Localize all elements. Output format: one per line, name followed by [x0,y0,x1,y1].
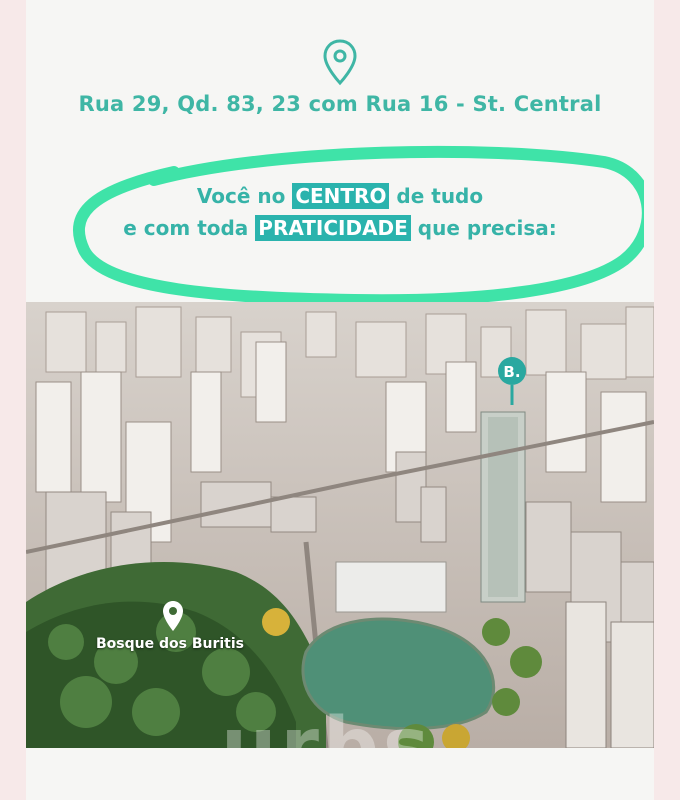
headline-text: Você no [196,184,293,208]
highlight-centro: CENTRO [292,183,390,209]
headline-line-2: e com toda PRATICIDADE que precisa: [26,212,654,244]
watermark-logo: urbs [221,702,434,748]
headline-text: que precisa: [410,216,557,240]
building-marker-label: B. [503,363,520,381]
content-card: Rua 29, Qd. 83, 23 com Rua 16 - St. Cent… [26,0,654,800]
aerial-city-photo: urbs [26,302,654,748]
highlight-praticidade: PRATICIDADE [255,215,411,241]
headline-line-1: Você no CENTRO de tudo [26,180,654,212]
page-frame: Rua 29, Qd. 83, 23 com Rua 16 - St. Cent… [0,0,680,800]
location-pin-icon [163,601,183,631]
poi-label: Bosque dos Buritis [96,636,244,652]
headline-text: e com toda [123,216,256,240]
location-pin-icon [323,39,357,86]
headline: Você no CENTRO de tudo e com toda PRATIC… [26,180,654,244]
aerial-illustration [26,302,654,748]
b-logo-marker-icon: B. [498,357,526,405]
headline-text: de tudo [389,184,484,208]
card-bottom [26,748,654,800]
address-text: Rua 29, Qd. 83, 23 com Rua 16 - St. Cent… [78,92,602,116]
